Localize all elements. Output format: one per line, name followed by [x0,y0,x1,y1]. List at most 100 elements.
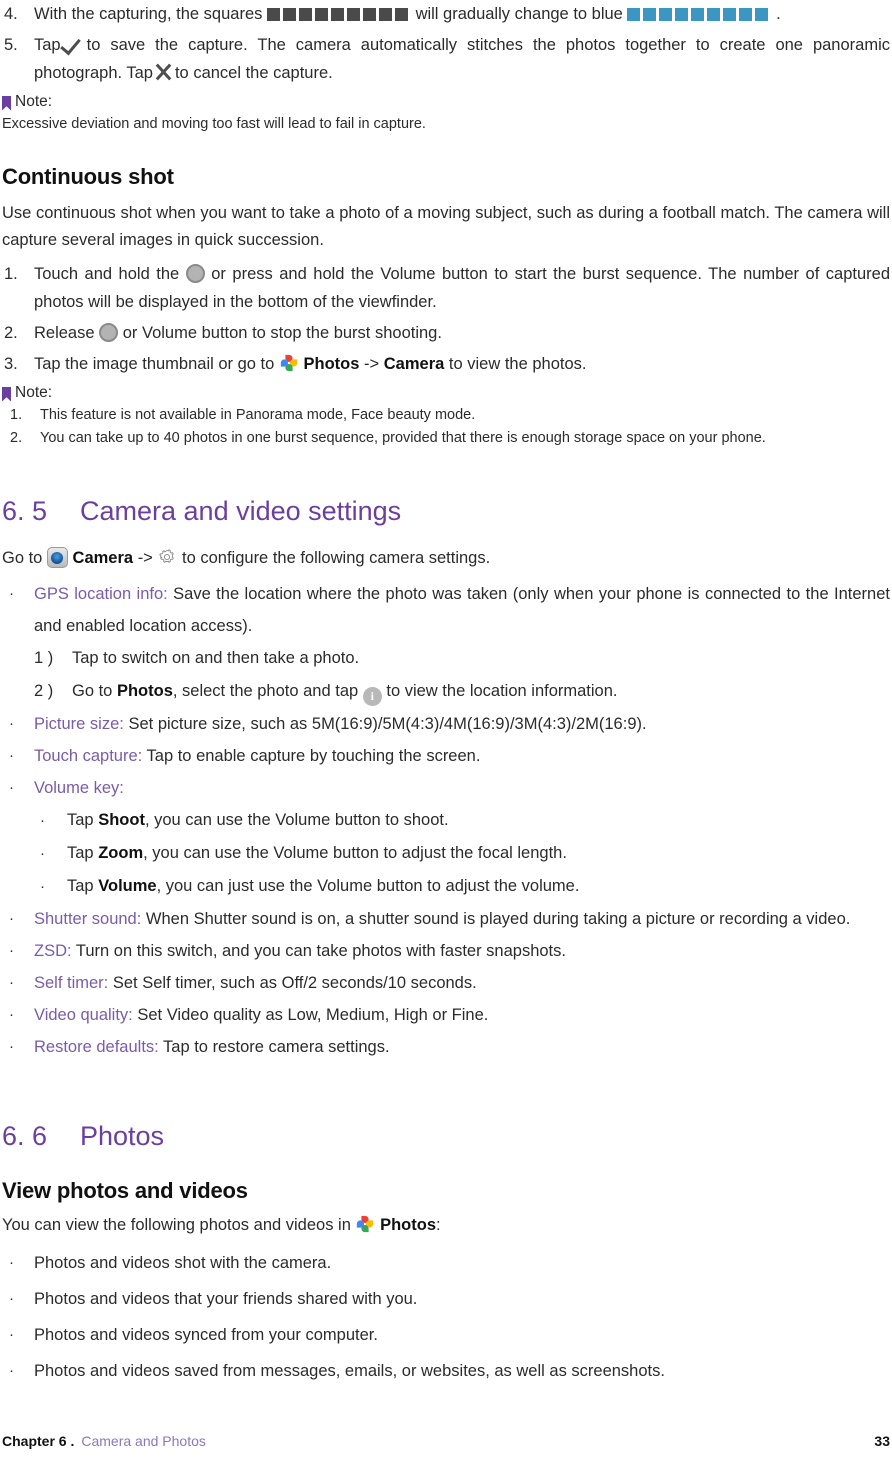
bullet-dot: · [9,779,14,796]
cs-3-text-1: Tap the image thumbnail or go to [34,355,275,373]
progress-square-dark [314,8,328,21]
note-header-continuous: Note: [2,382,890,404]
option-label: Zoom [98,844,144,862]
setting-shutter-sound: · Shutter sound: When Shutter sound is o… [2,903,890,935]
note-header-panorama: Note: [2,91,890,113]
setting-desc: Turn on this switch, and you can take ph… [75,942,566,960]
progress-square-dark [330,8,344,21]
progress-square-blue [659,8,673,21]
note-item-text: This feature is not available in Panoram… [40,407,476,423]
volume-key-option-zoom: · Tap Zoom, you can use the Volume butto… [2,837,890,870]
setting-desc: Set Self timer, such as Off/2 seconds/10… [112,974,477,992]
bullet-dot: · [9,942,14,959]
progress-square-dark [346,8,360,21]
progress-squares-blue [627,8,771,21]
setting-term: Touch capture: [34,747,143,765]
google-photos-icon [355,1214,375,1234]
setting-gps-location-info: · GPS location info: Save the location w… [2,578,890,642]
setting-term: Restore defaults: [34,1038,159,1056]
volume-key-option-shoot: · Tap Shoot, you can use the Volume butt… [2,804,890,837]
list-item-photos-1: · Photos and videos shot with the camera… [2,1245,890,1281]
progress-square-dark [378,8,392,21]
progress-square-blue [643,8,657,21]
volume-key-option-volume: · Tap Volume, you can just use the Volum… [2,870,890,903]
section-title: Camera and video settings [80,496,402,526]
gps-substep-2-app: Photos [116,682,173,700]
intro-text-1: Go to [2,549,43,567]
setting-zsd: · ZSD: Turn on this switch, and you can … [2,935,890,967]
option-label: Shoot [98,811,145,829]
shutter-button-icon [99,323,119,342]
option-text-2: , you can just use the Volume button to … [156,877,580,895]
option-text-2: , you can use the Volume button to adjus… [143,844,567,862]
settings-gear-icon [157,547,177,567]
gps-substep-1-text: Tap to switch on and then take a photo. [72,649,360,667]
list-marker: 1. [4,265,18,283]
progress-square-dark [298,8,312,21]
setting-restore-defaults: · Restore defaults: Tap to restore camer… [2,1031,890,1063]
setting-term: GPS location info: [34,585,168,603]
option-text-1: Tap [67,844,94,862]
setting-desc: When Shutter sound is on, a shutter soun… [145,910,851,928]
option-text-2: , you can use the Volume button to shoot… [144,811,449,829]
page-footer: Chapter 6 . Camera and Photos 33 [2,1433,890,1449]
list-item-photos-2: · Photos and videos that your friends sh… [2,1281,890,1317]
setting-desc: Set picture size, such as 5M(16:9)/5M(4:… [128,715,647,733]
section-heading-6-5: 6. 5 Camera and video settings [2,496,890,527]
section-heading-6-6: 6. 6 Photos [2,1121,890,1152]
bullet-dot: · [40,845,45,862]
list-item-text: Photos and videos shot with the camera. [34,1254,332,1272]
paragraph-continuous-shot-intro: Use continuous shot when you want to tak… [2,204,890,249]
note-label: Note: [15,93,53,110]
bullet-dot: · [9,715,14,732]
setting-term: ZSD: [34,942,72,960]
close-icon [153,62,175,82]
footer-chapter-name: Camera and Photos [81,1433,206,1449]
setting-desc: Set Video quality as Low, Medium, High o… [137,1006,489,1024]
list-marker: 2. [10,430,23,446]
step-4-text-middle: will gradually change to blue [415,5,623,23]
section-number: 6. 6 [2,1121,48,1151]
cs-1-text-1: Touch and hold the [34,265,180,283]
bullet-dot: · [9,910,14,927]
bullet-dot: · [9,585,14,602]
setting-self-timer: · Self timer: Set Self timer, such as Of… [2,967,890,999]
list-marker: 1. [10,407,23,423]
intro-text-2: to configure the following camera settin… [182,549,491,567]
setting-volume-key: · Volume key: [2,772,890,804]
bullet-dot: · [40,812,45,829]
list-item-cs-2: 2. Release or Volume button to stop the … [2,319,890,347]
progress-square-dark [266,8,280,21]
progress-squares-dark [266,8,411,21]
setting-picture-size: · Picture size: Set picture size, such a… [2,708,890,740]
progress-square-dark [362,8,376,21]
bullet-dot: · [9,1290,14,1307]
step-5-text-3: to cancel the capture. [174,64,333,82]
list-item-photos-3: · Photos and videos synced from your com… [2,1317,890,1353]
cs-3-arrow: -> [364,355,380,373]
setting-term: Volume key: [34,779,124,797]
progress-square-dark [394,8,408,21]
setting-desc: Tap to enable capture by touching the sc… [146,747,481,765]
bullet-dot: · [9,1038,14,1055]
progress-square-blue [723,8,737,21]
note-flag-icon [2,95,11,111]
cs-2-text-1: Release [34,324,95,342]
list-item-text: Photos and videos saved from messages, e… [34,1362,665,1380]
bullet-dot: · [9,1254,14,1271]
gps-substep-1: 1 ) Tap to switch on and then take a pho… [2,642,890,675]
setting-term: Shutter sound: [34,910,142,928]
section-number: 6. 5 [2,496,48,526]
list-marker: 2. [4,324,18,342]
list-item-text: Photos and videos synced from your compu… [34,1326,378,1344]
bullet-dot: · [9,1006,14,1023]
note-item: 2. You can take up to 40 photos in one b… [2,427,890,450]
bullet-dot: · [9,1362,14,1379]
document-page: 4. With the capturing, the squares will … [0,0,892,1457]
paragraph-66-intro: You can view the following photos and vi… [2,1212,890,1239]
option-text-1: Tap [67,811,94,829]
cs-3-target: Camera [383,355,445,373]
progress-square-blue [627,8,641,21]
footer-chapter: Chapter 6 . [2,1433,75,1449]
step-4-text-after: . [776,5,781,23]
